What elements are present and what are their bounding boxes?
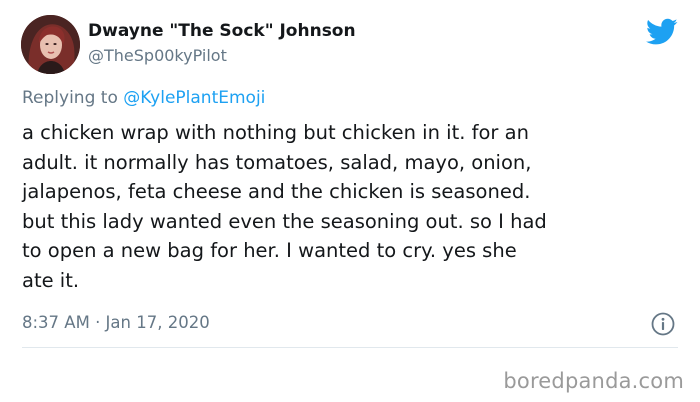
boredpanda-watermark: boredpanda.com (503, 369, 684, 393)
info-icon[interactable] (651, 312, 675, 336)
tweet-divider (22, 347, 678, 348)
author-handle[interactable]: @TheSp00kyPilot (88, 46, 227, 65)
tweet-timestamp[interactable]: 8:37 AM · Jan 17, 2020 (22, 313, 210, 332)
user-avatar[interactable] (21, 15, 80, 74)
reply-mention-link[interactable]: @KylePlantEmoji (123, 88, 265, 108)
tweet-card: Dwayne "The Sock" Johnson @TheSp00kyPilo… (0, 0, 700, 360)
author-display-name[interactable]: Dwayne "The Sock" Johnson (88, 21, 356, 41)
replying-to-prefix: Replying to (22, 88, 124, 108)
twitter-bird-icon[interactable] (646, 18, 678, 46)
replying-to: Replying to @KylePlantEmoji (22, 88, 265, 108)
avatar-image (21, 15, 80, 74)
tweet-text: a chicken wrap with nothing but chicken … (22, 121, 547, 292)
